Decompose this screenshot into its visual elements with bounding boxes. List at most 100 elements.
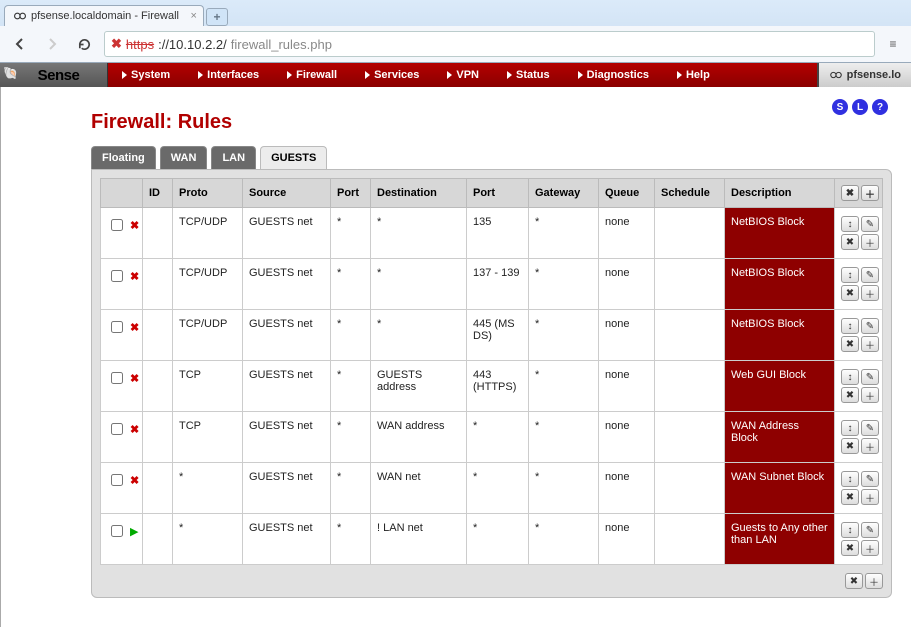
- copy-rule-button[interactable]: ＋: [861, 438, 879, 454]
- cell-proto: TCP/UDP: [173, 208, 243, 259]
- delete-rule-button[interactable]: ✖: [841, 489, 859, 505]
- app-menubar: 🐚 Sense SystemInterfacesFirewallServices…: [0, 63, 911, 87]
- edit-rule-button[interactable]: ✎: [861, 369, 879, 385]
- delete-rule-button[interactable]: ✖: [841, 336, 859, 352]
- move-rule-button[interactable]: ↕: [841, 369, 859, 385]
- select-row-checkbox[interactable]: [111, 525, 123, 537]
- help-badge-l[interactable]: L: [852, 99, 868, 115]
- move-rule-button[interactable]: ↕: [841, 216, 859, 232]
- cell-dport: *: [467, 412, 529, 463]
- help-badge-?[interactable]: ?: [872, 99, 888, 115]
- menu-help[interactable]: Help: [663, 63, 724, 87]
- move-rule-button[interactable]: ↕: [841, 471, 859, 487]
- add-rule-button[interactable]: ＋: [861, 185, 879, 201]
- cell-dest: *: [371, 208, 467, 259]
- new-tab-button[interactable]: +: [206, 8, 228, 26]
- cell-sport: *: [331, 361, 371, 412]
- chevron-right-icon: [365, 71, 370, 79]
- cell-gateway: *: [529, 514, 599, 565]
- tab-lan[interactable]: LAN: [211, 146, 256, 169]
- tab-guests[interactable]: GUESTS: [260, 146, 327, 169]
- cell-proto: TCP/UDP: [173, 310, 243, 361]
- cell-proto: TCP: [173, 361, 243, 412]
- cell-sport: *: [331, 208, 371, 259]
- select-row-checkbox[interactable]: [111, 321, 123, 333]
- rule-action-icon: ▶: [130, 525, 138, 538]
- col-header: Schedule: [655, 179, 725, 208]
- select-row-checkbox[interactable]: [111, 219, 123, 231]
- menu-vpn[interactable]: VPN: [433, 63, 493, 87]
- reload-button[interactable]: [72, 32, 96, 56]
- table-row: ✖TCP/UDPGUESTS net**137 - 139*noneNetBIO…: [101, 259, 883, 310]
- help-badge-s[interactable]: S: [832, 99, 848, 115]
- table-row: ✖*GUESTS net*WAN net**noneWAN Subnet Blo…: [101, 463, 883, 514]
- delete-rule-button[interactable]: ✖: [841, 438, 859, 454]
- close-icon[interactable]: ×: [191, 10, 197, 22]
- insecure-icon: ✖: [111, 36, 122, 52]
- edit-rule-button[interactable]: ✎: [861, 216, 879, 232]
- move-rule-button[interactable]: ↕: [841, 522, 859, 538]
- logo[interactable]: 🐚 Sense: [0, 63, 108, 87]
- tab-floating[interactable]: Floating: [91, 146, 156, 169]
- col-header: ID: [143, 179, 173, 208]
- delete-rule-button[interactable]: ✖: [841, 234, 859, 250]
- forward-button[interactable]: [40, 32, 64, 56]
- cell-dport: *: [467, 463, 529, 514]
- menu-interfaces[interactable]: Interfaces: [184, 63, 273, 87]
- menu-firewall[interactable]: Firewall: [273, 63, 351, 87]
- cell-gateway: *: [529, 412, 599, 463]
- cell-id: [143, 361, 173, 412]
- delete-rule-button[interactable]: ✖: [841, 285, 859, 301]
- move-rule-button[interactable]: ↕: [841, 318, 859, 334]
- col-header: Description: [725, 179, 835, 208]
- rule-action-icon: ✖: [130, 423, 139, 436]
- delete-rule-button[interactable]: ✖: [841, 540, 859, 556]
- cell-description: WAN Subnet Block: [725, 463, 835, 514]
- cell-id: [143, 208, 173, 259]
- cell-gateway: *: [529, 259, 599, 310]
- favicon-icon: [829, 68, 843, 82]
- move-rule-button[interactable]: ↕: [841, 267, 859, 283]
- url-bar[interactable]: ✖ https ://10.10.2.2/firewall_rules.php: [104, 31, 875, 57]
- browser-tab[interactable]: pfsense.localdomain - Firewall ×: [4, 5, 204, 26]
- cell-source: GUESTS net: [243, 412, 331, 463]
- edit-rule-button[interactable]: ✎: [861, 267, 879, 283]
- copy-rule-button[interactable]: ＋: [861, 387, 879, 403]
- tab-wan[interactable]: WAN: [160, 146, 208, 169]
- copy-rule-button[interactable]: ＋: [861, 540, 879, 556]
- cell-queue: none: [599, 310, 655, 361]
- copy-rule-button[interactable]: ＋: [861, 285, 879, 301]
- copy-rule-button[interactable]: ＋: [861, 489, 879, 505]
- select-row-checkbox[interactable]: [111, 372, 123, 384]
- move-rule-button[interactable]: ↕: [841, 420, 859, 436]
- cell-source: GUESTS net: [243, 514, 331, 565]
- edit-rule-button[interactable]: ✎: [861, 420, 879, 436]
- back-button[interactable]: [8, 32, 32, 56]
- select-row-checkbox[interactable]: [111, 423, 123, 435]
- menu-status[interactable]: Status: [493, 63, 564, 87]
- col-header: Gateway: [529, 179, 599, 208]
- edit-rule-button[interactable]: ✎: [861, 318, 879, 334]
- cell-source: GUESTS net: [243, 259, 331, 310]
- browser-menu-button[interactable]: ≡: [883, 37, 903, 51]
- copy-rule-button[interactable]: ＋: [861, 336, 879, 352]
- chevron-right-icon: [447, 71, 452, 79]
- copy-rule-button[interactable]: ＋: [861, 234, 879, 250]
- edit-rule-button[interactable]: ✎: [861, 522, 879, 538]
- delete-selected-button[interactable]: ✖: [845, 573, 863, 589]
- add-rule-button[interactable]: ＋: [865, 573, 883, 589]
- edit-rule-button[interactable]: ✎: [861, 471, 879, 487]
- hostname-badge[interactable]: pfsense.lo: [817, 63, 911, 87]
- menu-diagnostics[interactable]: Diagnostics: [564, 63, 663, 87]
- chevron-right-icon: [578, 71, 583, 79]
- menu-services[interactable]: Services: [351, 63, 433, 87]
- select-row-checkbox[interactable]: [111, 474, 123, 486]
- delete-selected-button[interactable]: ✖: [841, 185, 859, 201]
- cell-schedule: [655, 514, 725, 565]
- rule-action-icon: ✖: [130, 321, 139, 334]
- menu-system[interactable]: System: [108, 63, 184, 87]
- select-row-checkbox[interactable]: [111, 270, 123, 282]
- delete-rule-button[interactable]: ✖: [841, 387, 859, 403]
- cell-dest: *: [371, 310, 467, 361]
- cell-schedule: [655, 310, 725, 361]
